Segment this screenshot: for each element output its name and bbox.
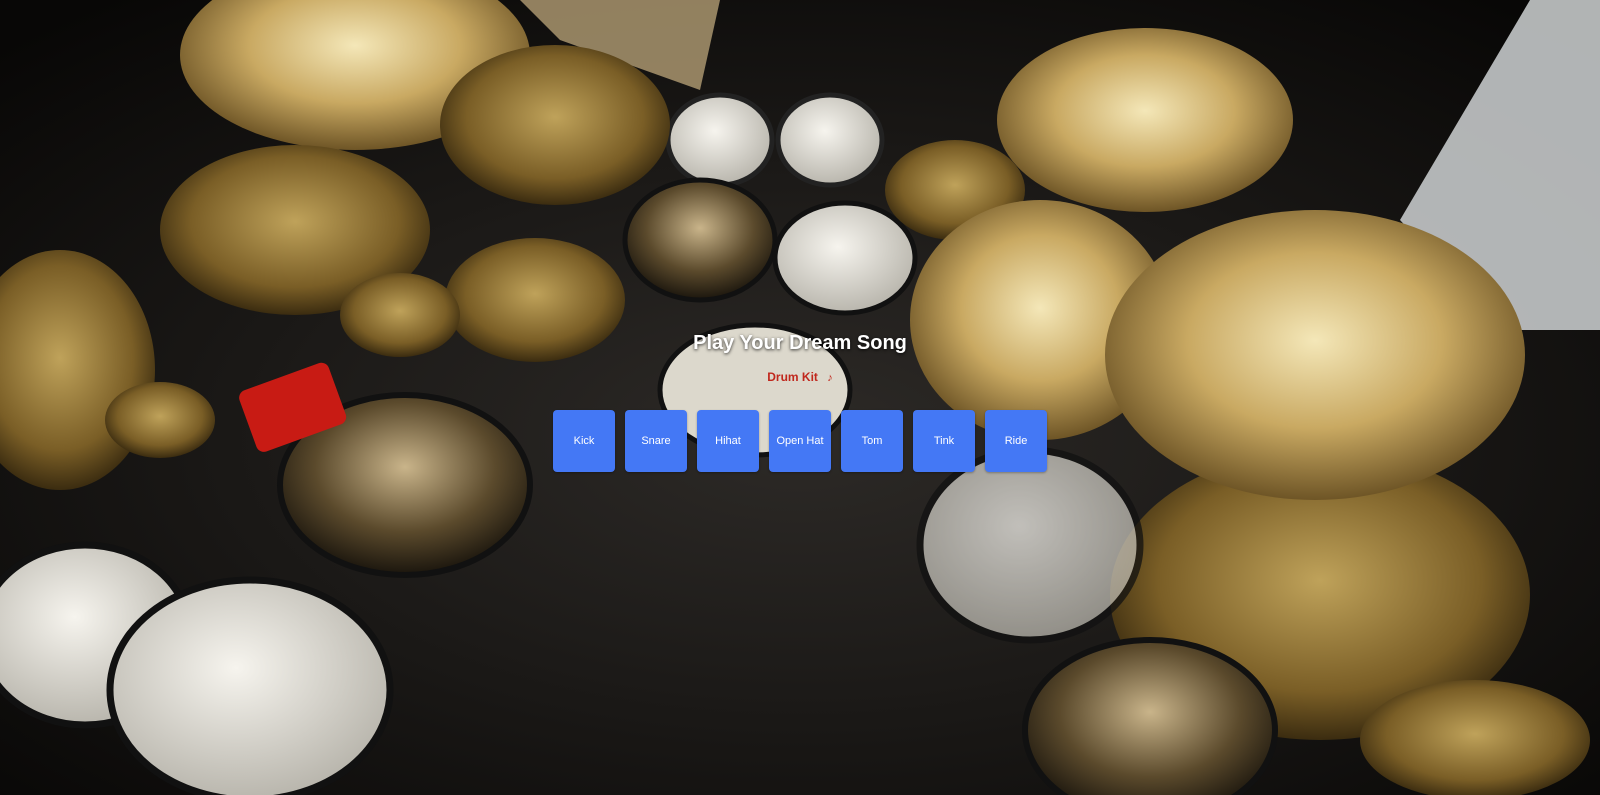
drum-kit-background-image [0,0,1600,795]
hero-section: Play Your Dream Song Drum Kit ♪ [0,330,1600,386]
pad-kick-button[interactable]: Kick [553,410,615,472]
drum-kit-page: Play Your Dream Song Drum Kit ♪ Kick Sna… [0,0,1600,795]
pad-ride-button[interactable]: Ride [985,410,1047,472]
pad-open-hat-button[interactable]: Open Hat [769,410,831,472]
pad-tink-button[interactable]: Tink [913,410,975,472]
drum-pad-row: Kick Snare Hihat Open Hat Tom Tink Ride [553,410,1047,472]
drum-kit-label: Drum Kit ♪ [0,369,1600,386]
drum-kit-label-text: Drum Kit [767,370,818,384]
pad-tom-button[interactable]: Tom [841,410,903,472]
pad-snare-button[interactable]: Snare [625,410,687,472]
page-headline: Play Your Dream Song [693,332,907,354]
pad-hihat-button[interactable]: Hihat [697,410,759,472]
drum-icon: ♪ [827,372,833,384]
